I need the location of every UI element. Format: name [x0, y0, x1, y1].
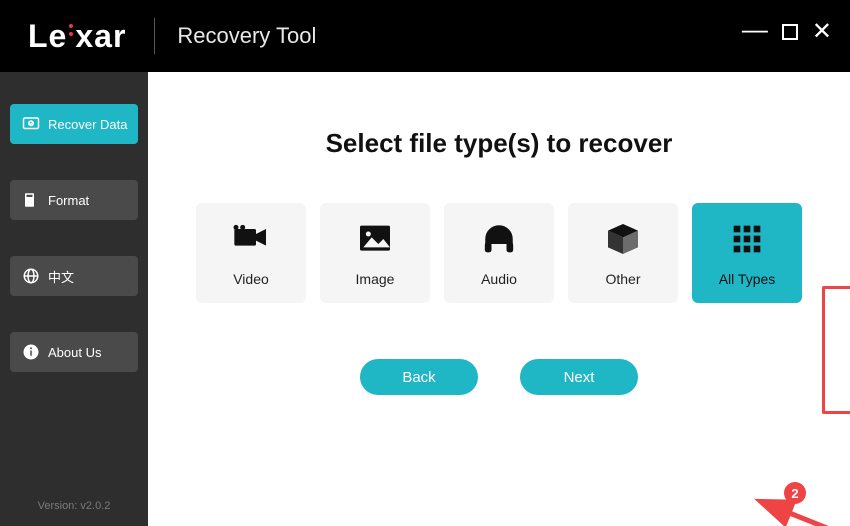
tile-other[interactable]: Other	[568, 203, 678, 303]
recover-icon	[22, 115, 40, 133]
logo: Lexar	[0, 18, 154, 55]
cube-icon	[603, 219, 643, 259]
tile-all-types[interactable]: All Types	[692, 203, 802, 303]
sidebar-item-label: About Us	[48, 345, 101, 360]
logo-xar: xar	[75, 18, 126, 55]
annotation-badge-2: 2	[784, 482, 806, 504]
sidebar-item-recover-data[interactable]: Recover Data	[10, 104, 138, 144]
back-button[interactable]: Back	[360, 359, 478, 395]
logo-l: L	[28, 18, 49, 55]
page-title: Select file type(s) to recover	[326, 128, 673, 159]
body: Recover Data Format 中文 About Us Ve	[0, 72, 850, 526]
tile-audio[interactable]: Audio	[444, 203, 554, 303]
tile-image[interactable]: Image	[320, 203, 430, 303]
file-type-tiles: Video Image Audio	[196, 203, 802, 303]
image-icon	[355, 219, 395, 259]
window-controls: — ✕	[742, 20, 832, 46]
drive-icon	[22, 191, 40, 209]
sidebar: Recover Data Format 中文 About Us Ve	[0, 72, 148, 526]
headphones-icon	[479, 219, 519, 259]
globe-icon	[22, 267, 40, 285]
app-window: Lexar Recovery Tool — ✕ Recover Data For…	[0, 0, 850, 526]
tile-label: Video	[233, 271, 269, 287]
annotation-arrow	[772, 504, 850, 526]
video-icon	[231, 219, 271, 259]
tile-video[interactable]: Video	[196, 203, 306, 303]
sidebar-item-language[interactable]: 中文	[10, 256, 138, 296]
version-label: Version: v2.0.2	[0, 500, 148, 512]
grid-icon	[727, 219, 767, 259]
info-icon	[22, 343, 40, 361]
sidebar-item-label: 中文	[48, 267, 74, 286]
logo-e: e	[49, 18, 68, 55]
sidebar-item-about[interactable]: About Us	[10, 332, 138, 372]
sidebar-item-label: Format	[48, 193, 89, 208]
minimize-button[interactable]: —	[742, 16, 768, 42]
sidebar-item-label: Recover Data	[48, 117, 127, 132]
tile-label: Audio	[481, 271, 517, 287]
tile-label: Image	[356, 271, 395, 287]
next-button[interactable]: Next	[520, 359, 638, 395]
tile-label: All Types	[719, 271, 776, 287]
maximize-button[interactable]	[782, 24, 798, 40]
tile-label: Other	[605, 271, 640, 287]
annotation-highlight-1	[822, 286, 850, 414]
app-name: Recovery Tool	[155, 23, 316, 49]
close-button[interactable]: ✕	[812, 20, 832, 46]
titlebar: Lexar Recovery Tool — ✕	[0, 0, 850, 72]
main: Select file type(s) to recover Video Ima…	[148, 72, 850, 526]
sidebar-item-format[interactable]: Format	[10, 180, 138, 220]
nav-buttons: Back Next	[360, 359, 638, 395]
